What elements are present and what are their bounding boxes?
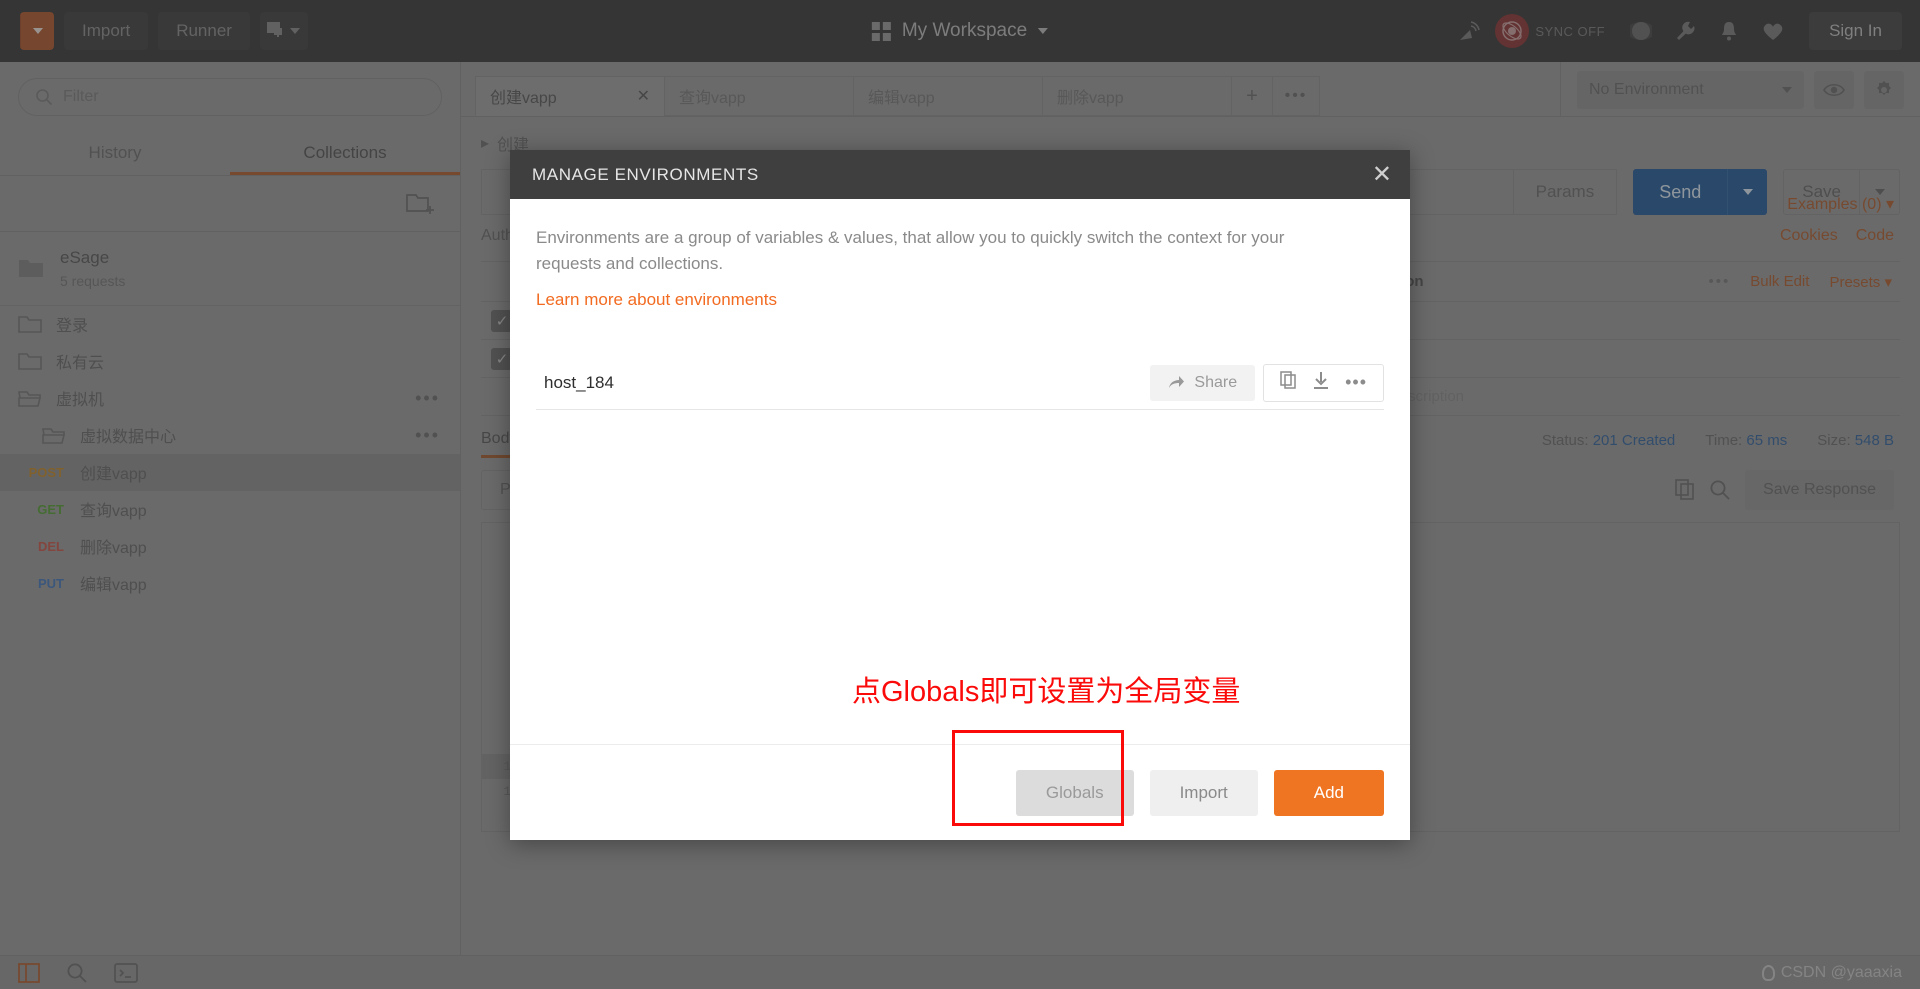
add-button[interactable]: Add	[1273, 769, 1384, 816]
environment-row[interactable]: host_184 Share •••	[536, 356, 1384, 410]
environment-list: host_184 Share •••	[536, 356, 1384, 410]
share-button[interactable]: Share	[1150, 364, 1256, 401]
annotation-highlight-box	[952, 730, 1124, 826]
duplicate-icon[interactable]	[1274, 370, 1303, 395]
import-button[interactable]: Import	[1149, 769, 1258, 816]
app-root: New Import Runner My Workspace	[0, 0, 1920, 989]
download-icon[interactable]	[1307, 371, 1335, 395]
modal-header: MANAGE ENVIRONMENTS ✕	[510, 150, 1410, 199]
share-label: Share	[1194, 373, 1238, 391]
learn-more-link[interactable]: Learn more about environments	[536, 290, 777, 310]
share-icon	[1169, 375, 1185, 388]
modal-description: Environments are a group of variables & …	[536, 228, 1285, 273]
modal-body: Environments are a group of variables & …	[510, 199, 1410, 744]
modal-title: MANAGE ENVIRONMENTS	[532, 164, 759, 184]
annotation-text: 点Globals即可设置为全局变量	[852, 676, 1241, 708]
close-icon[interactable]: ✕	[1372, 162, 1392, 187]
more-icon[interactable]: •••	[1339, 372, 1373, 393]
environment-row-actions: •••	[1263, 363, 1384, 402]
environment-name[interactable]: host_184	[544, 373, 614, 393]
